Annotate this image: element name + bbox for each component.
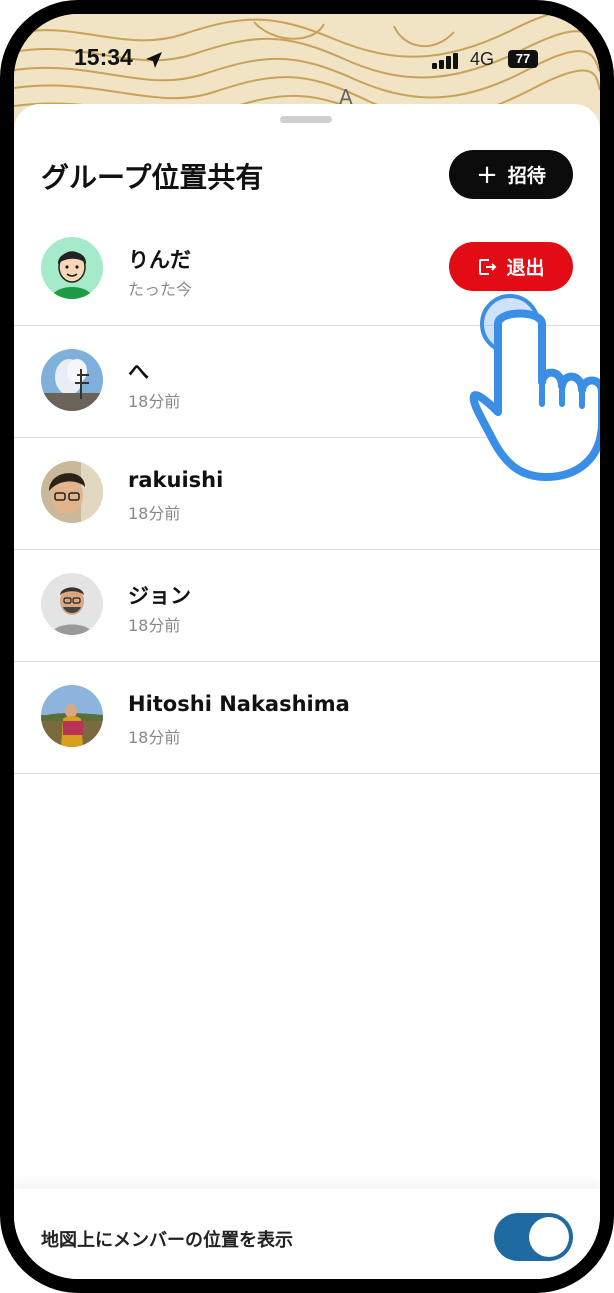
leave-label: 退出 [506, 257, 545, 279]
show-members-label: 地図上にメンバーの位置を表示 [41, 1230, 293, 1251]
avatar [41, 685, 103, 747]
sheet-title: グループ位置共有 [41, 161, 264, 194]
toggle-knob [529, 1217, 569, 1257]
leave-button[interactable]: 退出 [449, 242, 573, 291]
status-time: 15:34 [74, 44, 133, 70]
avatar [41, 573, 103, 635]
member-name: ジョン [128, 584, 191, 608]
avatar [41, 461, 103, 523]
battery-icon: 77 [508, 50, 538, 68]
member-name: Hitoshi Nakashima [128, 692, 350, 716]
member-name: rakuishi [128, 468, 224, 492]
avatar [41, 349, 103, 411]
status-bar: 15:34 4G 77 [14, 14, 600, 104]
member-name: へ [128, 360, 149, 384]
network-type: 4G [470, 49, 495, 69]
exit-icon [479, 258, 497, 275]
avatar [41, 237, 103, 299]
member-row[interactable]: Hitoshi Nakashima 18分前 [14, 662, 600, 774]
location-arrow-icon [146, 52, 162, 68]
invite-label: 招待 [507, 165, 546, 187]
member-last-seen: たった今 [128, 280, 193, 299]
member-row[interactable]: ジョン 18分前 [14, 550, 600, 662]
member-last-seen: 18分前 [128, 616, 181, 635]
member-last-seen: 18分前 [128, 392, 181, 411]
pointing-hand-icon [469, 294, 600, 481]
member-name: りんだ [128, 248, 191, 272]
invite-button[interactable]: + 招待 [449, 150, 573, 199]
plus-icon: + [476, 159, 498, 190]
signal-icon [432, 53, 458, 69]
footer-bar: 地図上にメンバーの位置を表示 [14, 1189, 600, 1279]
show-members-toggle[interactable] [494, 1213, 573, 1261]
phone-frame: A 15:34 4G 77 グループ位置共有 + 招待 りんだ たった今 退出 … [0, 0, 614, 1293]
member-last-seen: 18分前 [128, 728, 181, 747]
sheet-grabber[interactable] [280, 116, 332, 123]
group-share-sheet: グループ位置共有 + 招待 りんだ たった今 退出 へ 18分前 rakuish… [14, 104, 600, 1279]
member-last-seen: 18分前 [128, 504, 181, 523]
